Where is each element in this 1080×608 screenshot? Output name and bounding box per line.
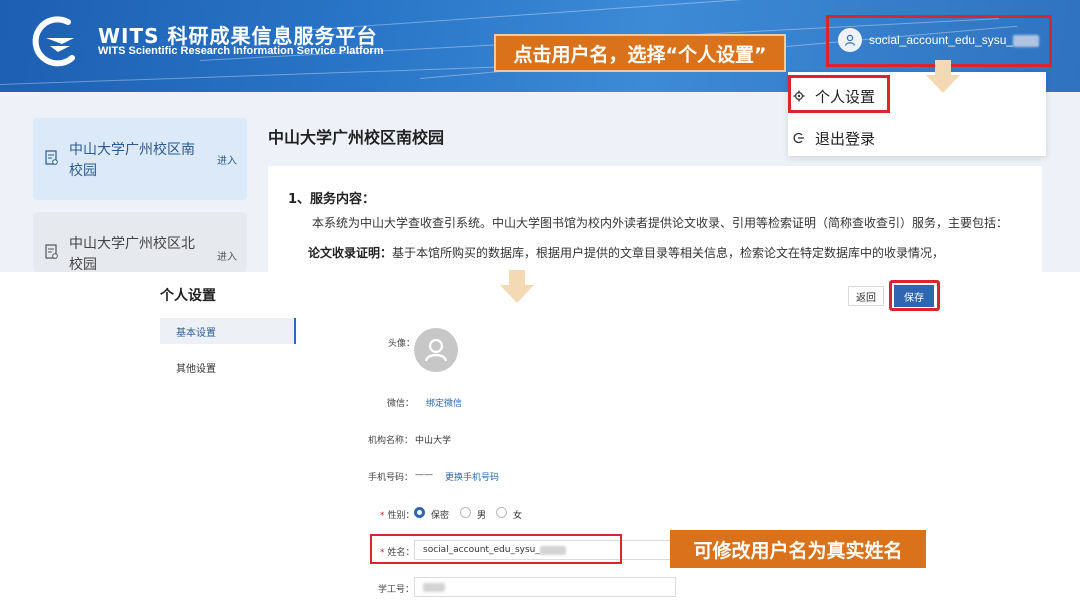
- section-item-text: 基于本馆所购买的数据库，根据用户提供的文章目录等相关信息，检索论文在特定数据库中…: [392, 246, 945, 260]
- service-content-card: 1、服务内容： 本系统为中山大学查收查引系统。中山大学图书馆为校内外读者提供论文…: [268, 166, 1042, 272]
- gender-radio-male[interactable]: [460, 507, 471, 518]
- highlight-box-settings: [788, 75, 890, 113]
- page-title: 中山大学广州校区南校园: [268, 128, 445, 147]
- menu-item-logout[interactable]: 退出登录: [788, 118, 1046, 158]
- highlight-box-name: [370, 534, 622, 564]
- org-value: 中山大学: [415, 436, 452, 446]
- user-avatar-icon: [838, 28, 862, 52]
- avatar-label: 头像：: [388, 339, 416, 349]
- instruction-callout-bottom: 可修改用户名为真实姓名: [670, 530, 926, 568]
- instruction-callout-top: 点击用户名，选择“个人设置”: [494, 34, 786, 72]
- gender-label: * 性别：: [380, 511, 415, 521]
- enter-link[interactable]: 进入: [217, 152, 237, 167]
- back-button[interactable]: 返回: [848, 286, 884, 306]
- sidebar-card-north-campus[interactable]: 中山大学广州校区北校园 进入: [33, 212, 247, 273]
- phone-value: ——: [415, 470, 433, 480]
- org-label: 机构名称：: [368, 436, 414, 446]
- section-item-label: 论文收录证明：: [308, 246, 393, 260]
- user-avatar-icon: [424, 338, 448, 362]
- gender-label-text: 性别：: [387, 511, 415, 521]
- menu-item-label: 退出登录: [815, 129, 876, 148]
- arrow-down-icon: [926, 60, 960, 94]
- nav-basic-settings[interactable]: 基本设置: [160, 318, 296, 344]
- section-title: 1、服务内容：: [288, 192, 376, 207]
- gender-option-male: 男: [477, 511, 487, 521]
- phone-label: 手机号码：: [368, 473, 414, 483]
- tutorial-composite: WITS 科研成果信息服务平台 WITS Scientific Research…: [0, 0, 1080, 608]
- enter-link[interactable]: 进入: [217, 248, 237, 263]
- settings-nav: 基本设置 其他设置: [160, 318, 296, 390]
- redacted-mask: [423, 582, 445, 592]
- highlight-box-save: [889, 280, 940, 311]
- settings-title: 个人设置: [160, 288, 216, 304]
- change-phone-link[interactable]: 更换手机号码: [445, 470, 499, 483]
- logo-subtitle: WITS Scientific Research Information Ser…: [98, 45, 384, 57]
- logout-icon: [792, 131, 806, 145]
- user-name[interactable]: social_account_edu_sysu_: [869, 33, 1040, 47]
- student-id-label: 学工号：: [378, 585, 415, 595]
- sidebar-card-title: 中山大学广州校区北校园: [69, 236, 195, 273]
- gender-option-secret: 保密: [431, 511, 450, 521]
- document-icon: [45, 244, 58, 259]
- sidebar-card-title: 中山大学广州校区南校园: [69, 142, 195, 179]
- user-name-text: social_account_edu_sysu_: [869, 33, 1014, 47]
- redacted-mask: [1013, 34, 1040, 47]
- gender-option-female: 女: [513, 511, 523, 521]
- section-body: 本系统为中山大学查收查引系统。中山大学图书馆为校内外读者提供论文收录、引用等检索…: [312, 216, 1009, 230]
- student-id-input[interactable]: [414, 577, 676, 597]
- wits-logo-icon: [32, 16, 75, 67]
- arrow-down-icon: [500, 270, 534, 304]
- gender-radio-female[interactable]: [496, 507, 507, 518]
- document-icon: [45, 150, 58, 165]
- section-item: 论文收录证明：基于本馆所购买的数据库，根据用户提供的文章目录等相关信息，检索论文…: [308, 244, 944, 261]
- nav-other-settings[interactable]: 其他设置: [160, 354, 296, 380]
- wechat-label: 微信：: [387, 399, 415, 409]
- sidebar-card-south-campus[interactable]: 中山大学广州校区南校园 进入: [33, 118, 247, 200]
- avatar[interactable]: [414, 328, 458, 372]
- gender-radio-secret[interactable]: [414, 507, 425, 518]
- bind-wechat-link[interactable]: 绑定微信: [426, 396, 462, 409]
